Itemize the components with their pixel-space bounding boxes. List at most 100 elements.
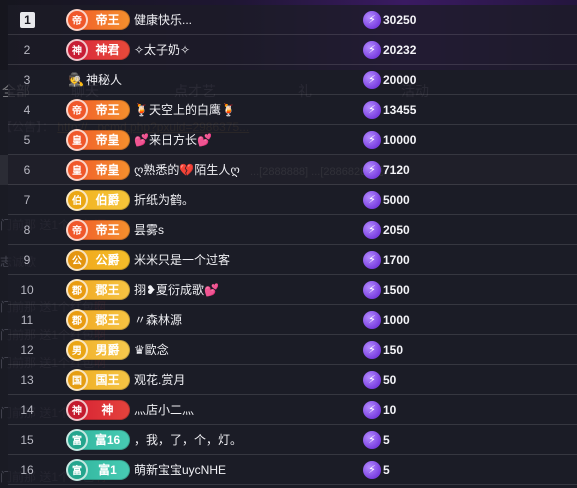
lightning-coin-icon: ⚡ (363, 220, 381, 239)
rank-number: 5 (23, 132, 31, 147)
contribution-score: 1500 (383, 282, 410, 297)
lightning-coin-icon: ⚡ (363, 310, 381, 329)
badge-label: 富16 (94, 433, 121, 447)
lightning-coin-icon: ⚡ (363, 460, 381, 479)
user-nickname[interactable]: 🍹天空上的白鹰🍹 (134, 101, 236, 118)
badge-label: 神 (101, 403, 114, 417)
badge-label: 神君 (95, 43, 120, 57)
rank-number: 16 (20, 462, 34, 477)
badge-label: 郡王 (95, 283, 120, 297)
badge-emblem-icon: 国 (66, 368, 88, 391)
lightning-coin-icon: ⚡ (363, 40, 381, 59)
leaderboard-row[interactable]: 8 帝帝王 昙雾s ⚡ 2050 (8, 215, 577, 245)
leaderboard-row[interactable]: 6 皇帝皇 ღ熟悉的💔陌生人ღ ⚡ 7120 (8, 155, 577, 185)
lightning-coin-icon: ⚡ (363, 250, 381, 269)
rank-number: 10 (20, 282, 34, 297)
badge-emblem-icon: 帝 (66, 98, 88, 121)
leaderboard-row[interactable]: 10 郡郡王 挧❥夏衍成歌💕 ⚡ 1500 (8, 275, 577, 305)
rank-badge: 神神君 (66, 38, 130, 61)
mystery-user-icon: 🕵 (68, 71, 85, 87)
leaderboard-row[interactable]: 3 🕵 神秘人 ⚡ 20000 (8, 65, 577, 95)
rank-number: 2 (23, 42, 31, 57)
user-nickname[interactable]: 折纸为鹤。 (134, 191, 194, 208)
user-nickname[interactable]: ，我，了，个，灯。 (134, 431, 242, 448)
user-nickname[interactable]: 米米只是一个过客 (134, 251, 230, 268)
rank-number: 6 (23, 162, 31, 177)
leaderboard-row[interactable]: 15 富富16 ，我，了，个，灯。 ⚡ 5 (8, 425, 577, 455)
rank-badge: 郡郡王 (66, 308, 130, 331)
badge-emblem-icon: 神 (66, 398, 88, 421)
leaderboard-row[interactable]: 1 帝帝王 健康快乐... ⚡ 30250 (8, 5, 577, 35)
lightning-coin-icon: ⚡ (363, 430, 381, 449)
contribution-score: 13455 (383, 102, 417, 117)
badge-emblem-icon: 富 (66, 428, 88, 451)
badge-label: 公爵 (95, 253, 120, 267)
leaderboard-row[interactable]: 4 帝帝王 🍹天空上的白鹰🍹 ⚡ 13455 (8, 95, 577, 125)
user-nickname[interactable]: 昙雾s (134, 221, 164, 238)
rank-badge: 男男爵 (66, 338, 130, 361)
lightning-coin-icon: ⚡ (363, 400, 381, 419)
leaderboard-row[interactable]: 5 皇帝皇 💕来日方长💕 ⚡ 10000 (8, 125, 577, 155)
rank-number: 8 (23, 222, 31, 237)
contribution-score: 7120 (383, 162, 410, 177)
badge-label: 伯爵 (95, 193, 120, 207)
user-nickname[interactable]: 〃森林源 (134, 311, 182, 328)
user-nickname[interactable]: 神秘人 (86, 71, 122, 88)
contribution-score: 30250 (383, 12, 417, 27)
leaderboard-row[interactable]: 7 伯伯爵 折纸为鹤。 ⚡ 5000 (8, 185, 577, 215)
contribution-score: 5 (383, 462, 390, 477)
user-nickname[interactable]: ♛歐念 (134, 341, 169, 358)
badge-label: 帝皇 (95, 133, 120, 147)
user-nickname[interactable]: ✧太子奶✧ (134, 41, 190, 58)
badge-label: 帝王 (95, 103, 120, 117)
rank-badge: 郡郡王 (66, 278, 130, 301)
badge-label: 富1 (98, 463, 117, 477)
leaderboard-row[interactable]: 9 公公爵 米米只是一个过客 ⚡ 1700 (8, 245, 577, 275)
badge-emblem-icon: 神 (66, 38, 88, 61)
contribution-score: 5 (383, 432, 390, 447)
rank-badge: 神神 (66, 398, 130, 421)
rank-number: 1 (20, 11, 35, 28)
badge-label: 男爵 (95, 343, 120, 357)
rank-number: 12 (20, 342, 34, 357)
badge-emblem-icon: 富 (66, 458, 88, 481)
leaderboard-row[interactable]: 11 郡郡王 〃森林源 ⚡ 1000 (8, 305, 577, 335)
rank-badge: 皇帝皇 (66, 128, 130, 151)
user-nickname[interactable]: 灬店小二灬 (134, 401, 194, 418)
leaderboard-row[interactable]: 16 富富1 萌新宝宝uycNHE ⚡ 5 (8, 455, 577, 485)
lightning-coin-icon: ⚡ (363, 10, 381, 29)
contribution-leaderboard: 1 帝帝王 健康快乐... ⚡ 30250 2 神神君 ✧太子奶✧ ⚡ 20232 3 🕵 神秘人 ⚡ 20… (8, 5, 577, 488)
user-nickname[interactable]: 萌新宝宝uycNHE (134, 461, 226, 478)
rank-badge: 帝帝王 (66, 98, 130, 121)
badge-emblem-icon: 公 (66, 248, 88, 271)
rank-badge: 国国王 (66, 368, 130, 391)
leaderboard-row[interactable]: 12 男男爵 ♛歐念 ⚡ 150 (8, 335, 577, 365)
contribution-score: 20000 (383, 72, 417, 87)
badge-label: 国王 (95, 373, 120, 387)
rank-badge: 伯伯爵 (66, 188, 130, 211)
contribution-score: 50 (383, 372, 397, 387)
leaderboard-row[interactable]: 2 神神君 ✧太子奶✧ ⚡ 20232 (8, 35, 577, 65)
rank-number: 3 (23, 72, 31, 87)
user-nickname[interactable]: 挧❥夏衍成歌💕 (134, 281, 219, 298)
lightning-coin-icon: ⚡ (363, 70, 381, 89)
rank-badge: 帝帝王 (66, 218, 130, 241)
rank-number: 9 (23, 252, 31, 267)
rank-number: 15 (20, 432, 34, 447)
rank-badge: 帝帝王 (66, 8, 130, 31)
user-nickname[interactable]: ღ熟悉的💔陌生人ღ (134, 161, 240, 178)
badge-emblem-icon: 男 (66, 338, 88, 361)
leaderboard-row[interactable]: 14 神神灬店小二灬 ⚡ 10 (8, 395, 577, 425)
leaderboard-row[interactable]: 13 国国王 观花.赏月 ⚡ 50 (8, 365, 577, 395)
user-nickname[interactable]: 健康快乐... (134, 11, 192, 28)
badge-emblem-icon: 皇 (66, 128, 88, 151)
rank-badge: 富富16 (66, 428, 130, 451)
lightning-coin-icon: ⚡ (363, 370, 381, 389)
contribution-score: 1700 (383, 252, 410, 267)
user-nickname[interactable]: 观花.赏月 (134, 371, 185, 388)
rank-number: 14 (20, 402, 34, 417)
lightning-coin-icon: ⚡ (363, 280, 381, 299)
user-nickname[interactable]: 💕来日方长💕 (134, 131, 212, 148)
badge-label: 帝王 (95, 13, 120, 27)
rank-badge: 皇帝皇 (66, 158, 130, 181)
